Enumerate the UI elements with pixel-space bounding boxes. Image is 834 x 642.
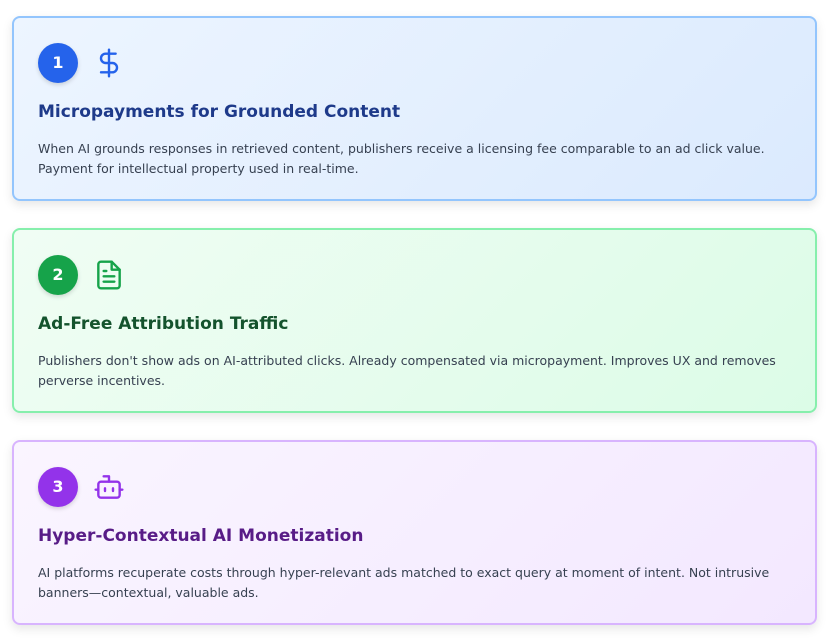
feature-card-ad-free-traffic: 2 Ad-Free Attribution Traffic Publishers… xyxy=(12,228,817,413)
card-description: Publishers don't show ads on AI-attribut… xyxy=(38,353,776,388)
card-title: Micropayments for Grounded Content xyxy=(38,102,401,122)
robot-icon xyxy=(93,471,125,503)
feature-card-list: 1 Micropayments for Grounded Content Whe… xyxy=(0,0,834,642)
step-number-badge: 2 xyxy=(38,255,78,295)
card-description: When AI grounds responses in retrieved c… xyxy=(38,141,765,176)
card-title: Hyper-Contextual AI Monetization xyxy=(38,526,364,546)
card-description: AI platforms recuperate costs through hy… xyxy=(38,565,770,600)
feature-card-micropayments: 1 Micropayments for Grounded Content Whe… xyxy=(12,16,817,201)
feature-card-ai-monetization: 3 Hyper-Contextual AI Monetization AI pl… xyxy=(12,440,817,625)
step-number-badge: 3 xyxy=(38,467,78,507)
step-number-badge: 1 xyxy=(38,43,78,83)
document-icon xyxy=(93,259,125,291)
card-title: Ad-Free Attribution Traffic xyxy=(38,314,289,334)
dollar-icon xyxy=(93,47,125,79)
